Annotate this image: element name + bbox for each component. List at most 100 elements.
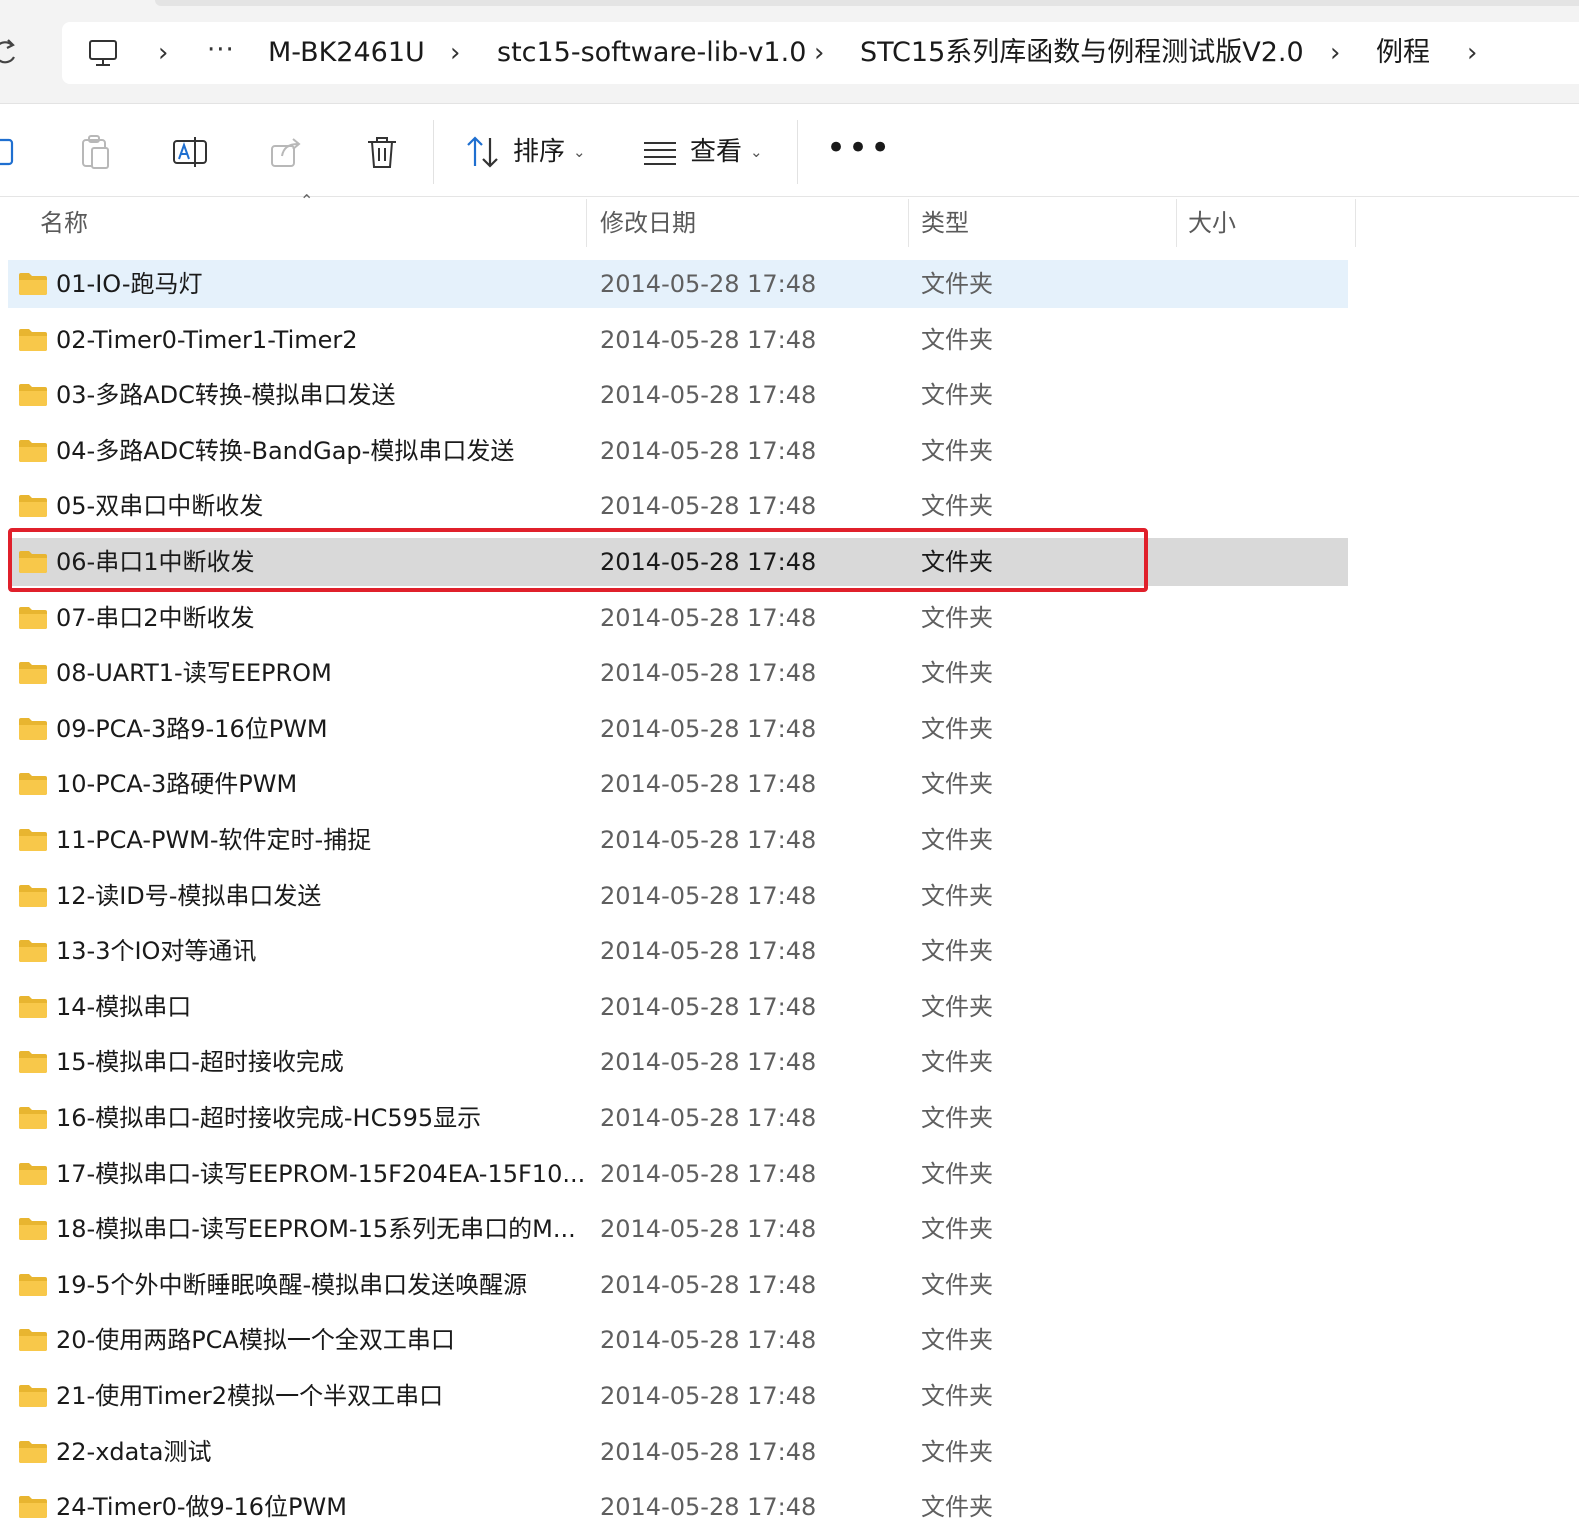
file-type: 文件夹 <box>921 1048 993 1076</box>
address-strip: › ··· M-BK2461U › stc15-software-lib-v1.… <box>0 0 1579 104</box>
folder-icon <box>18 1328 48 1352</box>
file-row[interactable]: 02-Timer0-Timer1-Timer2 2014-05-28 17:48 文… <box>8 316 1348 364</box>
file-modified: 2014-05-28 17:48 <box>600 492 817 520</box>
file-row[interactable]: 19-5个外中断睡眠唤醒-模拟串口发送唤醒源 2014-05-28 17:48 文件… <box>8 1261 1348 1309</box>
file-modified: 2014-05-28 17:48 <box>600 1104 817 1132</box>
column-divider[interactable] <box>908 199 909 247</box>
paste-icon[interactable] <box>76 132 116 172</box>
file-name: 24-Timer0-做9-16位PWM <box>56 1493 347 1521</box>
file-name: 15-模拟串口-超时接收完成 <box>56 1048 344 1076</box>
file-row[interactable]: 22-xdata测试 2014-05-28 17:48 文件夹 <box>8 1428 1348 1476</box>
file-row[interactable]: 14-模拟串口 2014-05-28 17:48 文件夹 <box>8 983 1348 1031</box>
address-bar[interactable]: › ··· M-BK2461U › stc15-software-lib-v1.… <box>62 22 1579 84</box>
folder-icon <box>18 272 48 296</box>
column-type[interactable]: 类型 <box>921 197 969 249</box>
file-row[interactable]: 09-PCA-3路9-16位PWM 2014-05-28 17:48 文件夹 <box>8 705 1348 753</box>
file-row[interactable]: 12-读ID号-模拟串口发送 2014-05-28 17:48 文件夹 <box>8 872 1348 920</box>
file-type: 文件夹 <box>921 826 993 854</box>
file-type: 文件夹 <box>921 1326 993 1354</box>
copy-icon[interactable] <box>0 132 26 172</box>
sort-icon[interactable] <box>463 132 503 172</box>
chevron-right-icon[interactable]: › <box>1330 22 1340 84</box>
file-row[interactable]: 16-模拟串口-超时接收完成-HC595显示 2014-05-28 17:48 文件… <box>8 1094 1348 1142</box>
file-row[interactable]: 18-模拟串口-读写EEPROM-15系列无串口的M... 2014-05-28 … <box>8 1205 1348 1253</box>
file-row[interactable]: 05-双串口中断收发 2014-05-28 17:48 文件夹 <box>8 482 1348 530</box>
share-icon[interactable] <box>266 132 306 172</box>
file-type: 文件夹 <box>921 326 993 354</box>
column-divider[interactable] <box>1355 199 1356 247</box>
file-name: 04-多路ADC转换-BandGap-模拟串口发送 <box>56 437 515 465</box>
chevron-down-icon[interactable]: ⌄ <box>573 130 586 174</box>
toolbar-separator <box>797 120 798 184</box>
column-divider[interactable] <box>1176 199 1177 247</box>
refresh-icon[interactable] <box>0 36 20 66</box>
file-modified: 2014-05-28 17:48 <box>600 1382 817 1410</box>
breadcrumb-overflow[interactable]: ··· <box>207 22 235 84</box>
column-size[interactable]: 大小 <box>1188 197 1236 249</box>
column-modified[interactable]: 修改日期 <box>600 197 696 249</box>
breadcrumb-item[interactable]: 例程 <box>1376 22 1430 84</box>
view-button[interactable]: 查看 <box>690 130 742 174</box>
file-row[interactable]: 11-PCA-PWM-软件定时-捕捉 2014-05-28 17:48 文件夹 <box>8 816 1348 864</box>
breadcrumb-item[interactable]: M-BK2461U <box>268 22 425 84</box>
sort-up-icon: ⌃ <box>300 191 314 210</box>
file-type: 文件夹 <box>921 1271 993 1299</box>
file-type: 文件夹 <box>921 993 993 1021</box>
column-name[interactable]: 名称 <box>40 197 88 249</box>
file-row[interactable]: 20-使用两路PCA模拟一个全双工串口 2014-05-28 17:48 文件夹 <box>8 1316 1348 1364</box>
file-name: 13-3个IO对等通讯 <box>56 937 257 965</box>
file-row[interactable]: 17-模拟串口-读写EEPROM-15F204EA-15F10... 2014-0… <box>8 1150 1348 1198</box>
delete-icon[interactable] <box>362 132 402 172</box>
chevron-right-icon[interactable]: › <box>814 22 824 84</box>
file-modified: 2014-05-28 17:48 <box>600 604 817 632</box>
file-type: 文件夹 <box>921 1493 993 1521</box>
command-bar: 排序 ⌄ 查看 ⌄ ••• <box>0 104 1579 197</box>
folder-icon <box>18 1106 48 1130</box>
chevron-right-icon[interactable]: › <box>1467 22 1477 84</box>
file-modified: 2014-05-28 17:48 <box>600 548 817 576</box>
file-name: 11-PCA-PWM-软件定时-捕捉 <box>56 826 372 854</box>
chevron-right-icon[interactable]: › <box>450 22 460 84</box>
file-modified: 2014-05-28 17:48 <box>600 715 817 743</box>
file-row[interactable]: 04-多路ADC转换-BandGap-模拟串口发送 2014-05-28 17:4… <box>8 427 1348 475</box>
chevron-right-icon[interactable]: › <box>158 22 168 84</box>
file-type: 文件夹 <box>921 715 993 743</box>
file-row[interactable]: 21-使用Timer2模拟一个半双工串口 2014-05-28 17:48 文件夹 <box>8 1372 1348 1420</box>
more-options-button[interactable]: ••• <box>826 126 892 170</box>
file-name: 09-PCA-3路9-16位PWM <box>56 715 328 743</box>
folder-icon <box>18 884 48 908</box>
file-modified: 2014-05-28 17:48 <box>600 882 817 910</box>
breadcrumb-item[interactable]: stc15-software-lib-v1.0 <box>497 22 806 84</box>
file-name: 22-xdata测试 <box>56 1438 212 1466</box>
file-modified: 2014-05-28 17:48 <box>600 326 817 354</box>
file-modified: 2014-05-28 17:48 <box>600 1048 817 1076</box>
file-row[interactable]: 03-多路ADC转换-模拟串口发送 2014-05-28 17:48 文件夹 <box>8 371 1348 419</box>
file-name: 17-模拟串口-读写EEPROM-15F204EA-15F10... <box>56 1160 586 1188</box>
file-name: 16-模拟串口-超时接收完成-HC595显示 <box>56 1104 482 1132</box>
folder-icon <box>18 1050 48 1074</box>
file-type: 文件夹 <box>921 1382 993 1410</box>
breadcrumb-item[interactable]: STC15系列库函数与例程测试版V2.0 <box>860 22 1304 84</box>
view-icon[interactable] <box>640 132 680 172</box>
file-row[interactable]: 10-PCA-3路硬件PWM 2014-05-28 17:48 文件夹 <box>8 760 1348 808</box>
chevron-down-icon[interactable]: ⌄ <box>750 130 763 174</box>
sort-button[interactable]: 排序 <box>513 130 565 174</box>
folder-icon <box>18 606 48 630</box>
file-type: 文件夹 <box>921 1160 993 1188</box>
folder-icon <box>18 828 48 852</box>
column-divider[interactable] <box>586 199 587 247</box>
folder-icon <box>18 328 48 352</box>
rename-icon[interactable] <box>170 132 210 172</box>
file-row[interactable]: 01-IO-跑马灯 2014-05-28 17:48 文件夹 <box>8 260 1348 308</box>
file-row[interactable]: 24-Timer0-做9-16位PWM 2014-05-28 17:48 文件夹 <box>8 1483 1348 1531</box>
file-row[interactable]: 08-UART1-读写EEPROM 2014-05-28 17:48 文件夹 <box>8 649 1348 697</box>
file-name: 20-使用两路PCA模拟一个全双工串口 <box>56 1326 455 1354</box>
file-type: 文件夹 <box>921 659 993 687</box>
this-pc-icon[interactable] <box>88 38 118 68</box>
file-modified: 2014-05-28 17:48 <box>600 659 817 687</box>
file-row[interactable]: 15-模拟串口-超时接收完成 2014-05-28 17:48 文件夹 <box>8 1038 1348 1086</box>
file-row[interactable]: 13-3个IO对等通讯 2014-05-28 17:48 文件夹 <box>8 927 1348 975</box>
file-row[interactable]: 07-串口2中断收发 2014-05-28 17:48 文件夹 <box>8 594 1348 642</box>
file-row[interactable]: 06-串口1中断收发 2014-05-28 17:48 文件夹 <box>8 538 1348 586</box>
folder-icon <box>18 1162 48 1186</box>
